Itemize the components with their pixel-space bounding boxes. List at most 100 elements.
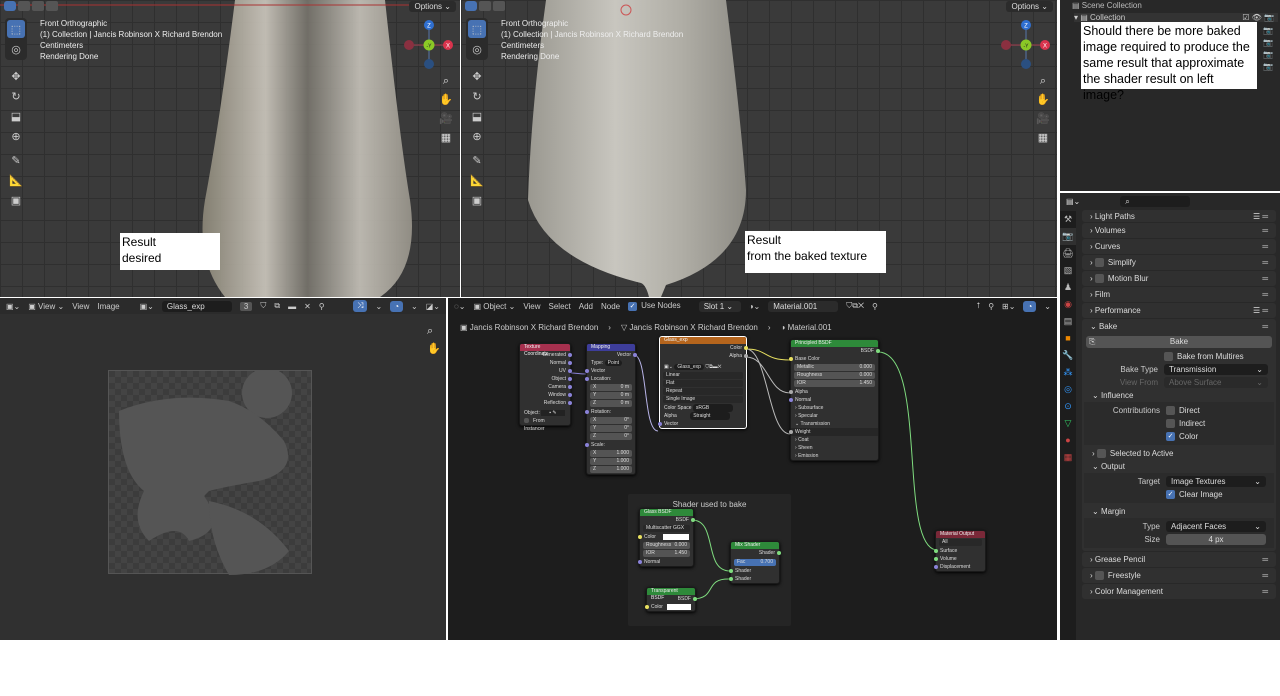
list-drag-icon[interactable]: ☰ ═: [1253, 212, 1268, 221]
socket[interactable]: [729, 577, 733, 581]
interpolation-dropdown[interactable]: Linear: [663, 372, 743, 379]
annotate-icon[interactable]: ✎: [7, 151, 25, 169]
modifier-tab-icon[interactable]: 🔧: [1060, 347, 1076, 364]
outliner-item-collection[interactable]: ▾ ▤ Collection ☑ 👁 📷: [1074, 13, 1278, 22]
select-invert-icon[interactable]: [46, 1, 58, 11]
image-users-count[interactable]: 3: [239, 301, 253, 311]
socket[interactable]: [568, 361, 572, 365]
zoom-icon[interactable]: ⌕: [1035, 72, 1051, 91]
socket[interactable]: [568, 353, 572, 357]
menu-view[interactable]: View: [72, 302, 89, 311]
selected-to-active-subpanel[interactable]: › Selected to Active: [1082, 447, 1276, 460]
camera-icon[interactable]: 🎥: [438, 110, 454, 129]
target-dropdown[interactable]: Image Textures ⌄: [1166, 476, 1266, 487]
drag-handle-icon[interactable]: ═: [1262, 242, 1268, 251]
physics-tab-icon[interactable]: ◎: [1060, 381, 1076, 398]
editor-type-icon[interactable]: ▤⌄: [1066, 197, 1080, 206]
socket[interactable]: [934, 549, 938, 553]
selected-to-active-checkbox[interactable]: [1096, 449, 1106, 458]
color-checkbox[interactable]: ✓: [1166, 432, 1175, 441]
zoom-icon[interactable]: ⌕: [427, 322, 441, 340]
navigation-gizmo[interactable]: Z X -Y: [402, 18, 456, 72]
pin-icon[interactable]: ⚲: [319, 302, 325, 311]
socket[interactable]: [693, 597, 697, 601]
camera-icon[interactable]: 🎥: [1035, 110, 1051, 129]
select-box-icon[interactable]: ⬚: [468, 20, 486, 38]
select-box-icon[interactable]: ⬚: [7, 20, 25, 38]
transform-icon[interactable]: ⊕: [7, 127, 25, 145]
sheen-panel[interactable]: › Sheen: [791, 444, 878, 452]
panel-grease-pencil[interactable]: › Grease Pencil ═: [1082, 552, 1276, 567]
bake-button[interactable]: ⎘ Bake: [1086, 336, 1272, 348]
panel-performance[interactable]: › Performance ☰ ═: [1082, 303, 1276, 318]
measure-icon[interactable]: 📐: [7, 171, 25, 189]
location-y-field[interactable]: Y0 m: [590, 392, 632, 399]
move-icon[interactable]: ✥: [7, 67, 25, 85]
drag-handle-icon[interactable]: ═: [1262, 322, 1268, 331]
socket[interactable]: [658, 422, 662, 426]
panel-color-management[interactable]: › Color Management ═: [1082, 584, 1276, 599]
extension-dropdown[interactable]: Repeat: [663, 388, 743, 395]
select-new-icon[interactable]: [4, 1, 16, 11]
move-icon[interactable]: ✥: [468, 67, 486, 85]
pan-hand-icon[interactable]: ✋: [1035, 91, 1051, 110]
node-editor[interactable]: ◌⌄ ▣ Object ⌄ View Select Add Node ✓ Use …: [448, 298, 1057, 640]
pan-hand-icon[interactable]: ✋: [427, 340, 441, 358]
baked-image-canvas[interactable]: [108, 368, 312, 575]
socket[interactable]: [585, 377, 589, 381]
view-mode-dropdown[interactable]: ▣ View ⌄: [28, 302, 64, 311]
select-new-icon[interactable]: [465, 1, 477, 11]
scale-z-field[interactable]: Z 1.000: [590, 466, 632, 473]
socket[interactable]: [568, 401, 572, 405]
view-from-dropdown[interactable]: Above Surface ⌄: [1164, 377, 1268, 388]
node-transparent-bsdf[interactable]: Transparent BSDF BSDF Color: [645, 587, 697, 612]
add-cube-icon[interactable]: ▣: [468, 191, 486, 209]
object-tab-icon[interactable]: ■: [1060, 330, 1076, 347]
panel-motion-blur[interactable]: › Motion Blur ═: [1082, 271, 1276, 286]
visibility-icons[interactable]: ☑ 👁 📷: [1242, 13, 1274, 22]
scale-x-field[interactable]: X 1.000: [590, 450, 632, 457]
transmission-panel[interactable]: ⌄ Transmission: [791, 420, 878, 428]
bake-type-dropdown[interactable]: Transmission ⌄: [1164, 364, 1268, 375]
margin-type-dropdown[interactable]: Adjacent Faces ⌄: [1166, 521, 1266, 532]
panel-volumes[interactable]: › Volumes ═: [1082, 223, 1276, 238]
location-z-field[interactable]: Z0 m: [590, 400, 632, 407]
panel-freestyle[interactable]: › Freestyle ═: [1082, 568, 1276, 583]
display-channels-icon[interactable]: ◪⌄: [426, 302, 440, 311]
panel-curves[interactable]: › Curves ═: [1082, 239, 1276, 254]
influence-subpanel[interactable]: ⌄ Influence: [1082, 389, 1276, 402]
properties-search[interactable]: ⌕: [1120, 195, 1191, 207]
projection-dropdown[interactable]: Flat: [663, 380, 743, 387]
select-extend-icon[interactable]: [18, 1, 30, 11]
socket[interactable]: [691, 518, 695, 522]
panel-simplify[interactable]: › Simplify ═: [1082, 255, 1276, 270]
viewport-right[interactable]: Options ⌄ ⬚ ◎ ✥ ↻ ⬓ ⊕ ✎ 📐 ▣ Front Orthog…: [461, 0, 1057, 297]
margin-subpanel[interactable]: ⌄ Margin: [1082, 505, 1276, 518]
open-folder-icon[interactable]: ▬: [288, 302, 296, 311]
rotate-icon[interactable]: ↻: [7, 87, 25, 105]
node-glass-bsdf[interactable]: Glass BSDF BSDF Multiscatter GGX Color R…: [638, 508, 695, 567]
socket[interactable]: [638, 560, 642, 564]
socket[interactable]: [568, 377, 572, 381]
material-tab-icon[interactable]: ●: [1060, 432, 1076, 449]
add-cube-icon[interactable]: ▣: [7, 191, 25, 209]
select-subtract-icon[interactable]: [493, 1, 505, 11]
socket[interactable]: [934, 565, 938, 569]
outliner-item-scene-collection[interactable]: ▤ Scene Collection: [1072, 1, 1142, 10]
select-mode-buttons[interactable]: [465, 1, 505, 11]
roughness-field[interactable]: Roughness 0.000: [794, 372, 875, 379]
uv-sync-icon[interactable]: ⤨: [353, 300, 368, 312]
node-material-output[interactable]: Material Output All Surface Volume Displ…: [934, 530, 986, 572]
navigation-gizmo[interactable]: Z X -Y: [999, 18, 1053, 72]
options-dropdown[interactable]: Options ⌄: [1006, 1, 1053, 12]
ior-field[interactable]: IOR 1.450: [794, 380, 875, 387]
render-tab-icon[interactable]: 📷: [1060, 228, 1076, 245]
ior-field[interactable]: IOR 1.450: [643, 550, 690, 557]
specular-panel[interactable]: › Specular: [791, 412, 878, 420]
viewport-left[interactable]: Options ⌄ ⬚ ◎ ✥ ↻ ⬓ ⊕ ✎ 📐 ▣ Front Orthog…: [0, 0, 460, 297]
image-name-field[interactable]: Glass_exp: [674, 364, 704, 370]
image-browse-icon[interactable]: ▣⌄: [664, 364, 673, 370]
cursor-icon[interactable]: ◎: [7, 40, 25, 58]
select-extend-icon[interactable]: [479, 1, 491, 11]
indirect-checkbox[interactable]: [1166, 419, 1175, 428]
